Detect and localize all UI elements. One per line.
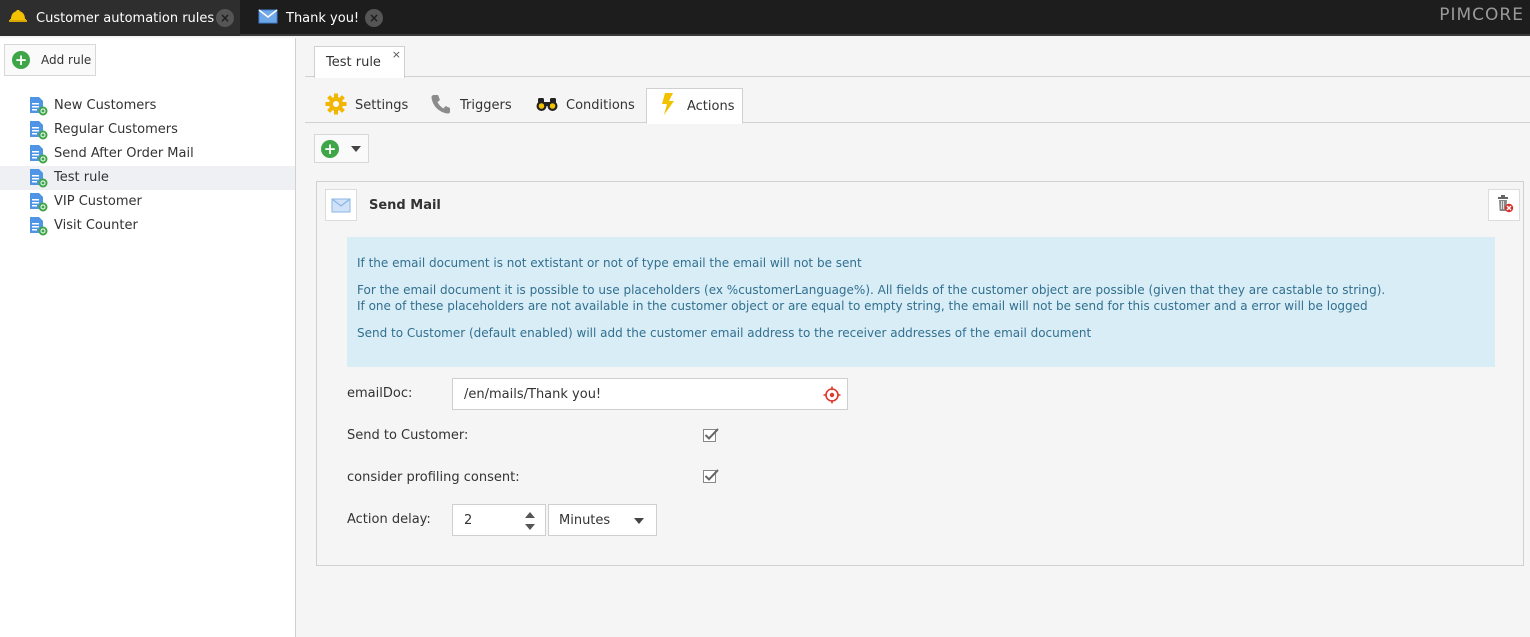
- email-doc-value: /en/mails/Thank you!: [464, 387, 602, 402]
- rule-tab-label: Test rule: [326, 55, 381, 70]
- profiling-consent-label: consider profiling consent:: [347, 470, 520, 485]
- sidebar-item-regular-customers[interactable]: Regular Customers: [0, 118, 295, 142]
- tab-label: Customer automation rules: [36, 10, 215, 26]
- close-tab-icon[interactable]: ×: [365, 9, 383, 27]
- sidebar-item-label: Visit Counter: [54, 218, 138, 233]
- rule-document-icon: [28, 168, 48, 188]
- chevron-down-icon[interactable]: [351, 146, 361, 152]
- tab-customer-automation-rules[interactable]: Customer automation rules: [0, 0, 240, 36]
- increment-icon[interactable]: [525, 512, 535, 518]
- action-delay-value: 2: [464, 513, 473, 528]
- binoculars-icon: [536, 96, 558, 116]
- action-title: Send Mail: [369, 198, 441, 213]
- lightning-icon: [661, 93, 675, 119]
- close-icon[interactable]: ×: [392, 48, 401, 61]
- sidebar-item-label: Send After Order Mail: [54, 146, 194, 161]
- top-tab-bar: Customer automation rules × Thank you! ×…: [0, 0, 1530, 36]
- rule-document-icon: [28, 96, 48, 116]
- info-line: If the email document is not extistant o…: [357, 256, 862, 270]
- pimcore-logo: PIMCORE: [1439, 5, 1524, 25]
- add-icon: +: [12, 51, 30, 69]
- action-delay-label: Action delay:: [347, 512, 431, 527]
- add-icon: +: [321, 140, 339, 158]
- chevron-down-icon: [634, 518, 644, 524]
- rule-document-icon: [28, 144, 48, 164]
- tab-label: Conditions: [566, 98, 635, 113]
- rule-editor: Test rule × Settings Triggers Conditions: [305, 38, 1530, 637]
- info-line: For the email document it is possible to…: [357, 283, 1386, 297]
- sidebar-item-label: VIP Customer: [54, 194, 142, 209]
- tab-test-rule[interactable]: Test rule ×: [314, 46, 405, 78]
- add-rule-label: Add rule: [41, 53, 92, 67]
- sidebar-item-vip-customer[interactable]: VIP Customer: [0, 190, 295, 214]
- sidebar-item-label: Regular Customers: [54, 122, 178, 137]
- phone-icon: [430, 93, 452, 119]
- tab-label: Settings: [355, 98, 409, 113]
- send-to-customer-label: Send to Customer:: [347, 428, 469, 443]
- tab-actions[interactable]: Actions: [646, 88, 743, 124]
- gear-icon: [325, 93, 347, 119]
- delay-unit-select[interactable]: Minutes: [548, 504, 657, 536]
- delete-action-button[interactable]: [1488, 189, 1520, 221]
- send-to-customer-checkbox[interactable]: [703, 427, 719, 443]
- rule-document-icon: [28, 216, 48, 236]
- rules-sidebar: + Add rule New Customers Regular Custome…: [0, 38, 296, 637]
- rule-document-icon: [28, 120, 48, 140]
- add-rule-button[interactable]: + Add rule: [4, 44, 96, 76]
- tab-triggers[interactable]: Triggers: [430, 88, 512, 123]
- tab-settings[interactable]: Settings: [325, 88, 408, 123]
- add-action-button[interactable]: +: [314, 134, 369, 163]
- tab-label: Triggers: [460, 98, 512, 113]
- email-icon: [258, 8, 278, 28]
- sidebar-item-test-rule[interactable]: Test rule: [0, 166, 295, 190]
- close-tab-icon[interactable]: ×: [216, 9, 234, 27]
- email-icon: [325, 189, 357, 221]
- rules-tree: New Customers Regular Customers Send Aft…: [0, 94, 295, 238]
- info-message: If the email document is not extistant o…: [347, 237, 1495, 367]
- send-mail-action-panel: Send Mail If the email document is not e…: [316, 181, 1524, 566]
- info-line: Send to Customer (default enabled) will …: [357, 326, 1092, 340]
- tab-label: Thank you!: [286, 10, 360, 26]
- editor-subtabs: Settings Triggers Conditions Actions: [305, 78, 1530, 124]
- email-doc-label: emailDoc:: [347, 386, 413, 401]
- rule-tab-bar: Test rule ×: [305, 38, 1530, 78]
- hard-hat-icon: [8, 8, 28, 28]
- sidebar-item-label: New Customers: [54, 98, 157, 113]
- profiling-consent-checkbox[interactable]: [703, 468, 719, 484]
- decrement-icon[interactable]: [525, 524, 535, 530]
- sidebar-item-new-customers[interactable]: New Customers: [0, 94, 295, 118]
- rule-document-icon: [28, 192, 48, 212]
- action-delay-input[interactable]: 2: [452, 504, 546, 536]
- tab-label: Actions: [687, 98, 735, 114]
- sidebar-item-label: Test rule: [54, 170, 109, 185]
- email-doc-field[interactable]: /en/mails/Thank you!: [452, 378, 848, 410]
- info-line: If one of these placeholders are not ava…: [357, 299, 1368, 313]
- checkbox-checked-icon: [703, 428, 719, 442]
- sidebar-item-visit-counter[interactable]: Visit Counter: [0, 214, 295, 238]
- checkbox-checked-icon: [703, 469, 719, 483]
- sidebar-item-send-after-order-mail[interactable]: Send After Order Mail: [0, 142, 295, 166]
- target-icon[interactable]: [823, 386, 841, 408]
- delay-unit-value: Minutes: [559, 513, 611, 528]
- tab-conditions[interactable]: Conditions: [536, 88, 635, 123]
- trash-icon: [1494, 193, 1514, 217]
